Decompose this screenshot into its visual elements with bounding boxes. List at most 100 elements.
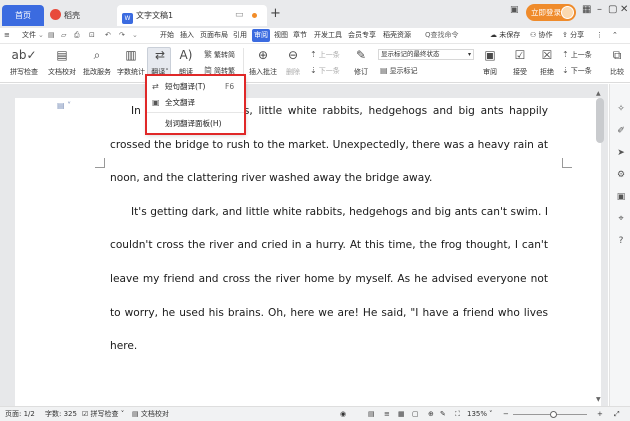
menu-item-word-translate-panel[interactable]: 划词翻译面板(H) [146, 116, 244, 132]
vertical-scrollbar-thumb[interactable] [596, 98, 604, 143]
delete-comment-button[interactable]: ⊖ 删除 [281, 47, 305, 77]
menu-item-sentence-translate[interactable]: ⇄ 短句翻译(T) F6 [146, 79, 244, 95]
menu-review[interactable]: 审阅 [252, 29, 270, 42]
tab-home[interactable]: 首页 [2, 5, 44, 26]
title-bar: 首页 稻壳 W 文字文稿1 ▭ + ▣ 立即登录 ▦ – ▢ ✕ [0, 0, 630, 28]
menu-page-layout[interactable]: 页面布局 [200, 29, 228, 42]
spellcheck-status[interactable]: ☑ 拼写检查 ˅ [82, 409, 124, 420]
maximize-icon[interactable]: ▢ [608, 4, 617, 15]
location-icon[interactable]: ⌖ [615, 214, 627, 224]
menu-view[interactable]: 视图 [274, 29, 288, 42]
page-indicator[interactable]: 页面: 1/2 [5, 409, 35, 420]
zoom-menu-icon[interactable]: ˅ [489, 409, 493, 420]
next-change-button[interactable]: ⇣ 下一条 [562, 65, 592, 77]
zoom-out-icon[interactable]: − [503, 409, 509, 420]
grid-icon[interactable]: ▦ [582, 4, 591, 15]
settings-icon[interactable]: ⚙ [615, 170, 627, 180]
scroll-down-icon[interactable]: ▼ [596, 396, 601, 403]
markup-state-value: 显示标记的最终状态 [381, 50, 440, 58]
compare-button[interactable]: ⧉ 比较 [606, 47, 628, 77]
zoom-level[interactable]: 135% [467, 409, 487, 420]
reject-button[interactable]: ☒ 拒绝 [535, 47, 559, 77]
doc-check-status[interactable]: ▤ 文档校对 [132, 409, 169, 420]
ribbon-toolbar: ab✓ 拼写检查 ▤ 文档校对 ⌕ 批改服务 ▥ 字数统计 ⇄ 翻译˅ A) 朗… [0, 44, 630, 83]
menu-chapter[interactable]: 章节 [293, 29, 307, 42]
menu-item-full-translate[interactable]: ▣ 全文翻译 [146, 95, 244, 111]
read-aloud-button[interactable]: A) 朗读 [175, 47, 197, 77]
tab-daoke[interactable]: 稻壳 [46, 5, 114, 26]
window-layout-icon[interactable]: ▣ [510, 5, 519, 15]
hamburger-icon[interactable]: ≡ [4, 29, 10, 42]
menu-chevron-down-icon[interactable]: ⌄ [38, 29, 44, 42]
eye-protect-icon[interactable]: ◉ [340, 409, 346, 420]
quick-access-more-icon[interactable]: ⌄ [132, 29, 138, 42]
tab-document[interactable]: W 文字文稿1 ▭ [117, 5, 267, 26]
menu-member[interactable]: 会员专享 [348, 29, 376, 42]
more-icon[interactable]: ⋮ [596, 29, 603, 42]
revise-button[interactable]: ✎ 修订 [349, 47, 373, 77]
menu-insert[interactable]: 插入 [180, 29, 194, 42]
minimize-icon[interactable]: – [597, 4, 602, 15]
image-icon[interactable]: ▣ [615, 192, 627, 202]
word-count-button[interactable]: ▥ 字数统计 [115, 47, 147, 77]
fit-page-icon[interactable]: ⛶ [455, 409, 460, 420]
markup-state-select[interactable]: 显示标记的最终状态 ▾ [378, 49, 474, 60]
show-markup-button[interactable]: ▤ 显示标记 [380, 65, 418, 77]
menu-daoke-resources[interactable]: 稻壳资源 [383, 29, 411, 42]
print-icon[interactable]: ⎙ [74, 29, 80, 42]
revise-service-button[interactable]: ⌕ 批改服务 [81, 47, 113, 77]
folder-icon[interactable]: ▱ [61, 29, 66, 42]
accept-button[interactable]: ☑ 接受 [508, 47, 532, 77]
menu-dev-tools[interactable]: 开发工具 [314, 29, 342, 42]
pin-icon[interactable]: ✧ [615, 104, 627, 114]
prev-change-button[interactable]: ⇡ 上一条 [562, 49, 592, 61]
login-button[interactable]: 立即登录 [526, 4, 576, 21]
next-comment-button[interactable]: ⇣ 下一条 [310, 65, 340, 77]
zoom-in-icon[interactable]: + [597, 409, 603, 420]
new-tab-button[interactable]: + [270, 6, 281, 21]
paragraph-settings-icon[interactable]: ▤ ˅ [57, 101, 71, 110]
view-mode-icon[interactable]: ▤ [368, 409, 375, 420]
review-button[interactable]: ▣ 审阅 [478, 47, 502, 77]
collapse-ribbon-icon[interactable]: ⌃ [612, 29, 618, 42]
doc-check-button[interactable]: ▤ 文档校对 [46, 47, 78, 77]
style-icon[interactable]: ✐ [615, 126, 627, 136]
menu-file[interactable]: 文件 [22, 29, 36, 42]
document-body[interactable]: In the morning, frogs, little white rabb… [110, 95, 548, 364]
fullscreen-icon[interactable]: ⤢ [614, 409, 620, 420]
insert-comment-button[interactable]: ⊕ 插入批注 [248, 47, 278, 77]
save-icon[interactable]: ▤ [48, 29, 55, 42]
word-count-indicator[interactable]: 字数: 325 [45, 409, 77, 420]
paragraph[interactable]: It's getting dark, and little white rabb… [110, 196, 548, 364]
screen-icon[interactable]: ▭ [235, 5, 244, 26]
page-view-icon[interactable]: ▦ [398, 409, 405, 420]
preview-icon[interactable]: ⊡ [89, 29, 95, 42]
read-view-icon[interactable]: ▢ [412, 409, 419, 420]
web-view-icon[interactable]: ⊕ [428, 409, 434, 420]
collab-button[interactable]: ⚇ 协作 [530, 29, 553, 42]
menu-start[interactable]: 开始 [160, 29, 174, 42]
undo-icon[interactable]: ↶ [105, 29, 111, 42]
zoom-slider-handle[interactable] [550, 411, 557, 418]
unsaved-status[interactable]: ☁ 未保存 [490, 29, 520, 42]
sentence-translate-icon: ⇄ [152, 82, 159, 91]
pointer-icon[interactable]: ➤ [615, 148, 627, 158]
command-search[interactable]: Q查找命令 [425, 29, 459, 42]
menu-references[interactable]: 引用 [233, 29, 247, 42]
share-button[interactable]: ⇪ 分享 [562, 29, 584, 42]
scroll-up-icon[interactable]: ▲ [596, 90, 601, 97]
write-view-icon[interactable]: ✎ [440, 409, 446, 420]
right-tool-panel: ✧ ✐ ➤ ⚙ ▣ ⌖ ? [609, 84, 630, 406]
trad-to-simp-button[interactable]: 繁繁转简 [204, 49, 235, 61]
spellcheck-status-label: 拼写检查 [90, 410, 119, 418]
translate-button[interactable]: ⇄ 翻译˅ [148, 47, 172, 77]
spellcheck-button[interactable]: ab✓ 拼写检查 [4, 47, 44, 77]
prev-comment-button[interactable]: ⇡ 上一条 [310, 49, 340, 61]
outline-view-icon[interactable]: ≡ [384, 409, 390, 420]
help-icon[interactable]: ? [615, 236, 627, 246]
insert-comment-label: 插入批注 [249, 68, 277, 76]
accept-label: 接受 [513, 68, 527, 76]
compare-icon: ⧉ [612, 48, 622, 62]
close-icon[interactable]: ✕ [620, 4, 628, 15]
redo-icon[interactable]: ↷ [119, 29, 125, 42]
